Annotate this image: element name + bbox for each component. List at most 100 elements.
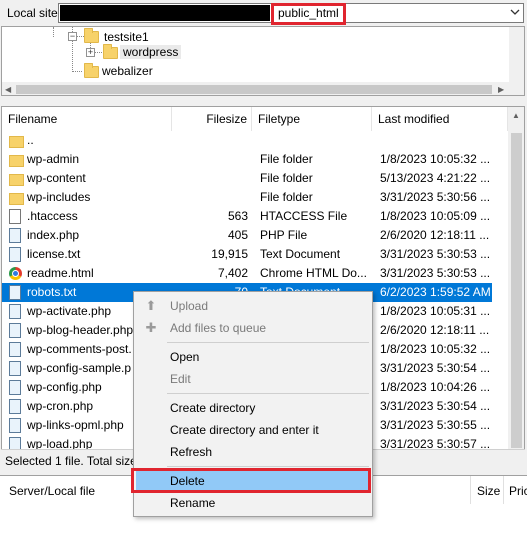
menu-separator xyxy=(167,342,369,343)
file-list-scroll-thumb[interactable] xyxy=(511,133,522,448)
file-size: 19,915 xyxy=(211,247,248,261)
file-row[interactable]: license.txt 19,915 Text Document 3/31/2023 … xyxy=(2,245,492,264)
tree-item-wordpress[interactable]: wordpress xyxy=(120,45,182,59)
menu-item-add-to-queue-label: Add files to queue xyxy=(170,321,267,335)
file-row[interactable]: wp-includes File folder 3/31/2023 5:30:56 … xyxy=(2,188,492,207)
file-size: 7,402 xyxy=(217,266,248,280)
text-file-icon xyxy=(9,285,21,300)
file-size: 563 xyxy=(227,209,248,223)
folder-icon xyxy=(9,193,24,205)
tree-item-webalizer[interactable]: webalizer xyxy=(102,64,153,78)
column-filesize[interactable]: Filesize xyxy=(172,107,252,131)
column-filename[interactable]: Filename xyxy=(2,107,172,131)
php-file-icon xyxy=(9,228,21,243)
file-last-modified: 3/31/2023 5:30:55 ... xyxy=(380,418,491,432)
folder-icon xyxy=(9,155,24,167)
php-file-icon xyxy=(9,399,21,414)
scroll-left-icon[interactable]: ◀ xyxy=(5,85,11,94)
queue-column-priority[interactable]: Pric xyxy=(509,484,527,498)
file-name: wp-includes xyxy=(27,190,91,204)
file-row[interactable]: index.php 405 PHP File 2/6/2020 12:18:11 ..… xyxy=(2,226,492,245)
column-filetype[interactable]: Filetype xyxy=(252,107,372,131)
menu-item-upload[interactable]: ⬆ Upload xyxy=(136,296,370,316)
php-file-icon xyxy=(9,418,21,433)
file-last-modified: 2/6/2020 12:18:11 ... xyxy=(380,323,490,337)
folder-icon xyxy=(103,44,118,59)
file-name: wp-content xyxy=(27,171,86,185)
menu-separator xyxy=(167,466,369,467)
menu-item-rename[interactable]: Rename xyxy=(136,493,370,513)
file-name: .. xyxy=(27,133,34,147)
path-highlight-annotation xyxy=(271,3,346,25)
file-last-modified: 6/2/2023 1:59:52 AM xyxy=(380,285,491,299)
file-name: index.php xyxy=(27,228,80,242)
scroll-right-icon[interactable]: ▶ xyxy=(498,85,504,94)
file-name: .htaccess xyxy=(27,209,78,223)
menu-item-add-to-queue[interactable]: ✚ Add files to queue xyxy=(136,318,370,338)
queue-column-server-local-file[interactable]: Server/Local file xyxy=(9,484,95,498)
file-type: File folder xyxy=(260,171,313,185)
file-last-modified: 3/31/2023 5:30:54 ... xyxy=(380,361,491,375)
tree-vertical-scrollbar[interactable] xyxy=(509,27,524,82)
menu-separator xyxy=(167,393,369,394)
file-type: HTACCESS File xyxy=(260,209,348,223)
php-file-icon xyxy=(9,380,21,395)
folder-icon xyxy=(9,174,24,186)
local-site-label: Local site: xyxy=(7,6,62,20)
queue-column-size[interactable]: Size xyxy=(477,484,500,498)
file-last-modified: 3/31/2023 5:30:53 ... xyxy=(380,266,491,280)
document-icon xyxy=(9,209,21,224)
delete-highlight-annotation xyxy=(131,468,371,493)
selection-status-text: Selected 1 file. Total size: xyxy=(5,454,141,468)
redacted-path-segment xyxy=(60,5,270,21)
chevron-down-icon[interactable] xyxy=(508,5,522,19)
file-row[interactable]: wp-admin File folder 1/8/2023 10:05:32 ... xyxy=(2,150,492,169)
file-name: readme.html xyxy=(27,266,94,280)
file-last-modified: 5/13/2023 4:21:22 ... xyxy=(380,171,491,185)
column-divider xyxy=(503,476,504,504)
file-row[interactable]: wp-content File folder 5/13/2023 4:21:22 .… xyxy=(2,169,492,188)
tree-scroll-thumb[interactable] xyxy=(16,85,492,94)
file-type: PHP File xyxy=(260,228,308,242)
file-last-modified: 1/8/2023 10:05:09 ... xyxy=(380,209,491,223)
file-last-modified: 1/8/2023 10:04:26 ... xyxy=(380,380,491,394)
scroll-up-icon[interactable]: ▲ xyxy=(512,111,520,120)
file-size: 405 xyxy=(227,228,248,242)
column-last-modified[interactable]: Last modified xyxy=(372,107,508,131)
tree-item-testsite1[interactable]: testsite1 xyxy=(104,30,149,44)
menu-item-create-directory[interactable]: Create directory xyxy=(136,398,370,418)
php-file-icon xyxy=(9,361,21,376)
folder-icon xyxy=(9,136,24,148)
menu-item-upload-label: Upload xyxy=(170,299,209,313)
file-name: wp-admin xyxy=(27,152,80,166)
text-file-icon xyxy=(9,247,21,262)
file-name: license.txt xyxy=(27,247,81,261)
file-last-modified: 3/31/2023 5:30:54 ... xyxy=(380,399,491,413)
file-type: Chrome HTML Do... xyxy=(260,266,367,280)
file-row[interactable]: .htaccess 563 HTACCESS File 1/8/2023 10:05:… xyxy=(2,207,492,226)
chrome-icon xyxy=(9,267,22,280)
file-last-modified: 1/8/2023 10:05:32 ... xyxy=(380,342,491,356)
local-directory-tree: − testsite1 + wordpress webalizer ◀ ▶ xyxy=(1,26,525,96)
menu-item-open[interactable]: Open xyxy=(136,347,370,367)
folder-icon xyxy=(84,28,99,43)
file-type: File folder xyxy=(260,190,313,204)
menu-item-create-directory-enter[interactable]: Create directory and enter it xyxy=(136,420,370,440)
menu-item-refresh[interactable]: Refresh xyxy=(136,442,370,462)
file-last-modified: 1/8/2023 10:05:32 ... xyxy=(380,152,491,166)
file-last-modified: 1/8/2023 10:05:31 ... xyxy=(380,304,491,318)
file-type: File folder xyxy=(260,152,313,166)
upload-icon: ⬆ xyxy=(145,298,157,313)
file-row[interactable]: readme.html 7,402 Chrome HTML Do... 3/31/20… xyxy=(2,264,492,283)
file-last-modified: 2/6/2020 12:18:11 ... xyxy=(380,228,490,242)
add-to-queue-icon: ✚ xyxy=(145,320,157,335)
php-file-icon xyxy=(9,342,21,357)
menu-item-edit[interactable]: Edit xyxy=(136,369,370,389)
tree-collapse-toggle[interactable]: − xyxy=(68,32,77,41)
file-last-modified: 3/31/2023 5:30:56 ... xyxy=(380,190,491,204)
file-last-modified: 3/31/2023 5:30:53 ... xyxy=(380,247,491,261)
file-row[interactable]: .. xyxy=(2,131,492,150)
folder-icon xyxy=(84,63,99,78)
file-type: Text Document xyxy=(260,247,341,261)
tree-expand-toggle[interactable]: + xyxy=(86,48,95,57)
